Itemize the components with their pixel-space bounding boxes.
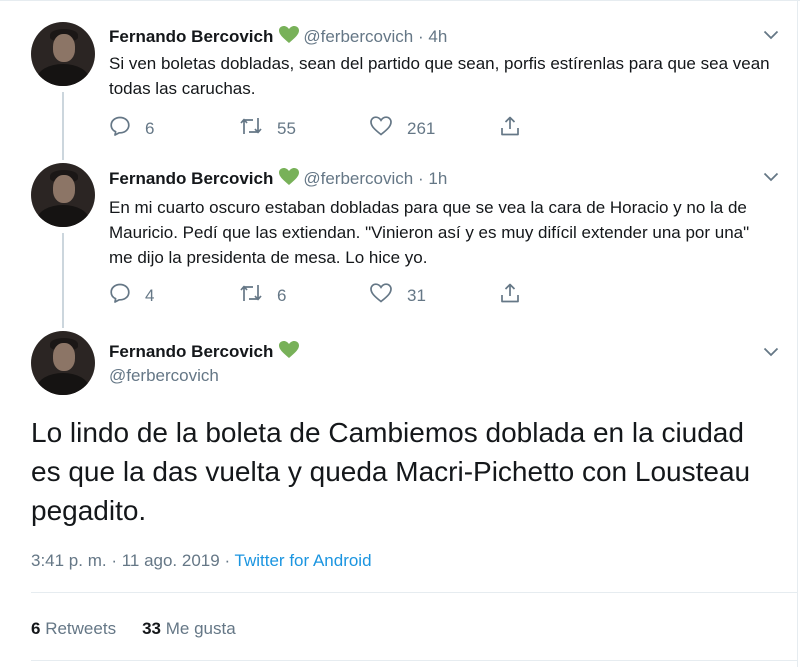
like-icon	[369, 282, 407, 309]
tweet-meta: 3:41 p. m. · 11 ago. 2019 · Twitter for …	[31, 551, 372, 571]
author-name[interactable]: Fernando Bercovich	[109, 169, 273, 188]
main-tweet-text: Lo lindo de la boleta de Cambiemos dobla…	[31, 417, 751, 526]
divider	[31, 660, 797, 661]
retweets-count: 6	[31, 619, 41, 638]
thread-connector	[62, 233, 64, 328]
like-icon	[369, 115, 407, 142]
retweet-icon	[239, 282, 277, 309]
chevron-down-icon[interactable]	[763, 27, 779, 45]
author-handle[interactable]: @ferbercovich	[109, 366, 219, 386]
separator-dot: ·	[224, 551, 231, 570]
reply-button[interactable]: 4	[109, 282, 154, 309]
tweet-timestamp[interactable]: 3:41 p. m. · 11 ago. 2019	[31, 551, 220, 570]
likes-label: Me gusta	[165, 619, 236, 638]
thread-tweet-2[interactable]: Fernando Bercovich @ferbercovich · 1h En …	[0, 160, 797, 328]
like-count: 31	[407, 285, 426, 305]
tweet-text: Si ven boletas dobladas, sean del partid…	[109, 54, 770, 98]
tweet-time[interactable]: 1h	[428, 169, 447, 188]
retweet-button[interactable]: 55	[239, 115, 296, 142]
author-name[interactable]: Fernando Bercovich	[109, 27, 273, 46]
author-name[interactable]: Fernando Bercovich	[109, 342, 273, 361]
chevron-down-icon[interactable]	[763, 169, 779, 187]
retweet-button[interactable]: 6	[239, 282, 286, 309]
like-button[interactable]: 261	[369, 115, 435, 142]
author-handle[interactable]: @ferbercovich	[303, 169, 413, 188]
tweet-time[interactable]: 4h	[428, 27, 447, 46]
retweet-count: 6	[277, 285, 287, 305]
reply-icon	[109, 115, 145, 142]
tweet-header: Fernando Bercovich	[109, 341, 303, 364]
tweet-actions: 4 6 31	[109, 282, 549, 306]
share-button[interactable]	[499, 282, 535, 309]
share-icon	[499, 282, 535, 309]
likes-stat[interactable]: 33 Me gusta	[142, 619, 236, 638]
green-heart-icon	[279, 26, 300, 49]
reply-count: 6	[145, 118, 155, 138]
reply-count: 4	[145, 285, 155, 305]
tweet-actions: 6 55 261	[109, 115, 549, 139]
avatar[interactable]	[31, 331, 95, 395]
author-handle[interactable]: @ferbercovich	[303, 27, 413, 46]
retweet-icon	[239, 115, 277, 142]
avatar[interactable]	[31, 22, 95, 86]
tweet-header: Fernando Bercovich @ferbercovich · 1h	[109, 168, 447, 191]
tweet-header: Fernando Bercovich @ferbercovich · 4h	[109, 26, 447, 49]
share-button[interactable]	[499, 115, 535, 142]
reply-icon	[109, 282, 145, 309]
tweet-text: En mi cuarto oscuro estaban dobladas par…	[109, 198, 750, 267]
reply-button[interactable]: 6	[109, 115, 154, 142]
likes-count: 33	[142, 619, 161, 638]
avatar[interactable]	[31, 163, 95, 227]
right-border	[797, 0, 798, 667]
separator-dot: ·	[417, 27, 424, 46]
chevron-down-icon[interactable]	[763, 344, 779, 362]
green-heart-icon	[279, 341, 300, 364]
tweet-source-link[interactable]: Twitter for Android	[235, 551, 372, 570]
retweets-stat[interactable]: 6 Retweets	[31, 619, 116, 638]
like-button[interactable]: 31	[369, 282, 426, 309]
share-icon	[499, 115, 535, 142]
thread-tweet-1[interactable]: Fernando Bercovich @ferbercovich · 4h Si …	[0, 0, 797, 160]
green-heart-icon	[279, 168, 300, 191]
like-count: 261	[407, 118, 436, 138]
retweet-count: 55	[277, 118, 296, 138]
separator-dot: ·	[417, 169, 424, 188]
retweets-label: Retweets	[45, 619, 117, 638]
thread-connector	[62, 92, 64, 160]
tweet-stats: 6 Retweets 33 Me gusta	[31, 619, 236, 639]
divider	[31, 592, 797, 593]
